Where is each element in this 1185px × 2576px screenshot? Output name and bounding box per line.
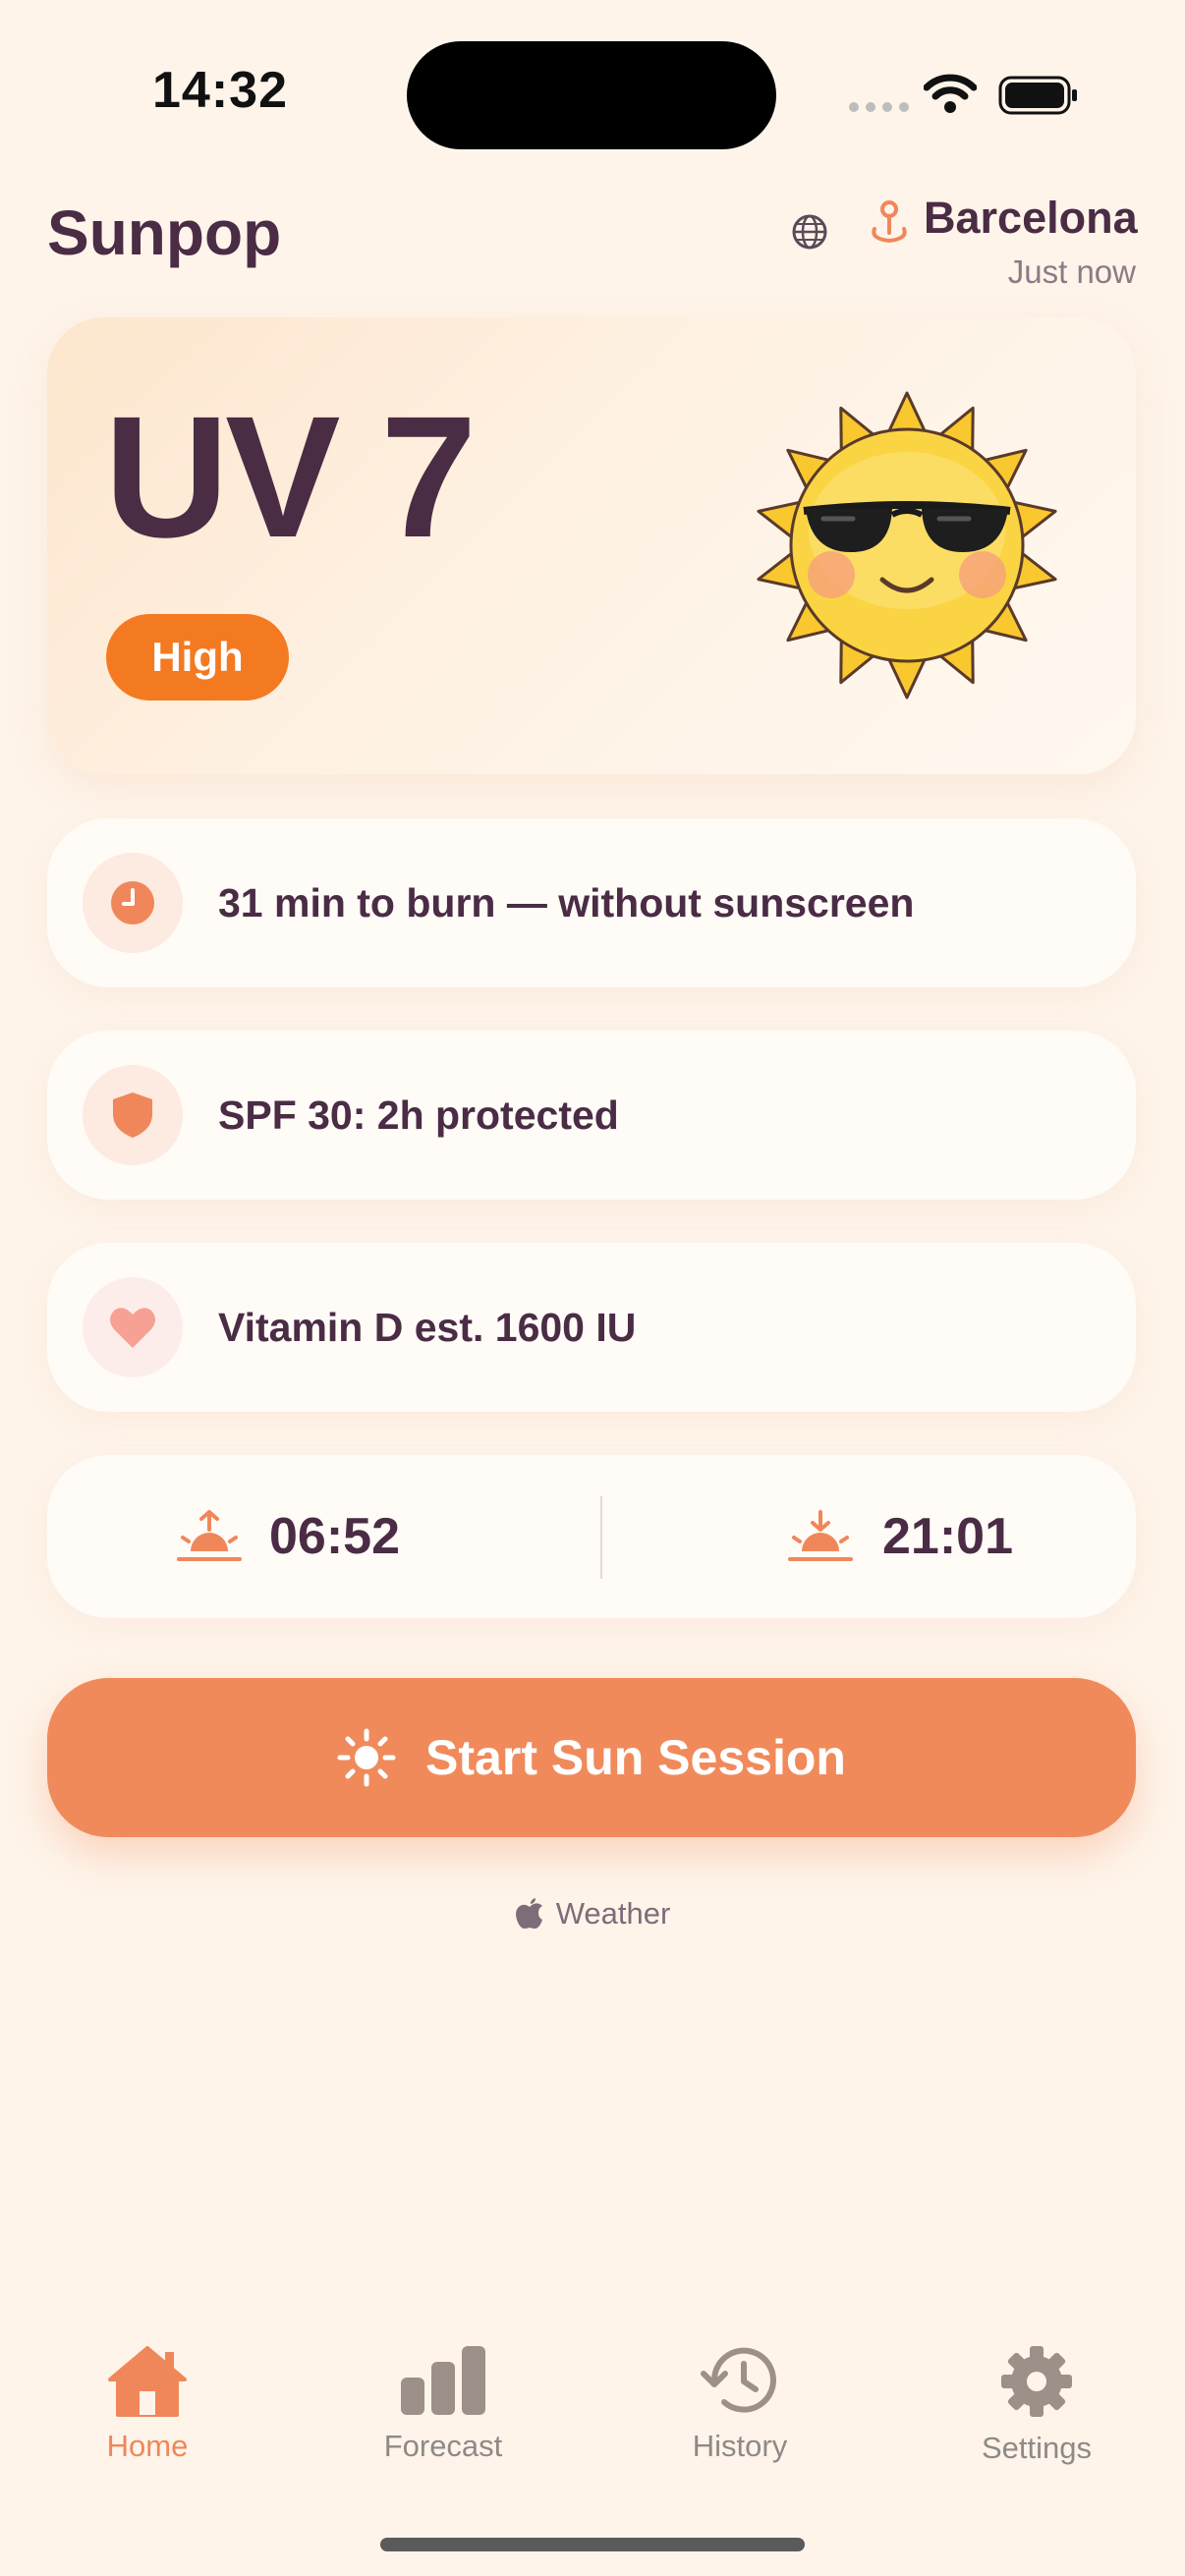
sun-times-card: 06:52 21:01 bbox=[47, 1455, 1136, 1618]
dynamic-island bbox=[407, 41, 776, 149]
gear-icon bbox=[1001, 2346, 1072, 2417]
app-title: Sunpop bbox=[47, 197, 282, 268]
vitamin-d-text: Vitamin D est. 1600 IU bbox=[218, 1304, 637, 1350]
tab-home-label: Home bbox=[106, 2429, 189, 2463]
clock-icon-badge bbox=[83, 853, 183, 953]
tab-settings-label: Settings bbox=[981, 2431, 1092, 2465]
home-indicator[interactable] bbox=[380, 2538, 805, 2551]
wifi-icon bbox=[924, 74, 977, 113]
start-sun-session-label: Start Sun Session bbox=[425, 1730, 846, 1785]
status-time: 14:32 bbox=[152, 62, 288, 119]
sunset-icon bbox=[788, 1510, 853, 1561]
uv-risk-badge: High bbox=[106, 614, 289, 700]
shield-icon bbox=[113, 1092, 152, 1138]
clock-icon bbox=[111, 881, 154, 924]
apple-icon bbox=[515, 1898, 542, 1929]
sun-times-divider bbox=[600, 1496, 602, 1579]
sun-mascot-icon bbox=[757, 391, 1057, 700]
cellular-signal-icon bbox=[849, 102, 909, 112]
spf-card[interactable]: SPF 30: 2h protected bbox=[47, 1031, 1136, 1200]
last-updated-label: Just now bbox=[1007, 253, 1136, 290]
sunrise-time: 06:52 bbox=[269, 1508, 400, 1565]
tab-history-label: History bbox=[692, 2429, 788, 2463]
burn-time-card[interactable]: 31 min to burn — without sunscreen bbox=[47, 818, 1136, 987]
spf-text: SPF 30: 2h protected bbox=[218, 1092, 619, 1138]
sunrise-icon bbox=[177, 1510, 242, 1561]
globe-icon[interactable] bbox=[790, 212, 829, 252]
bar-chart-icon bbox=[401, 2346, 485, 2415]
tab-forecast-label: Forecast bbox=[383, 2429, 503, 2463]
heart-icon bbox=[110, 1308, 155, 1348]
tab-settings[interactable]: Settings bbox=[919, 2344, 1155, 2466]
uv-index-value: UV 7 bbox=[104, 381, 477, 574]
house-icon bbox=[108, 2346, 187, 2417]
sun-icon bbox=[337, 1728, 396, 1787]
start-sun-session-button[interactable]: Start Sun Session bbox=[47, 1678, 1136, 1837]
location-name[interactable]: Barcelona bbox=[924, 193, 1138, 244]
tab-forecast[interactable]: Forecast bbox=[325, 2344, 561, 2464]
burn-time-text: 31 min to burn — without sunscreen bbox=[218, 879, 915, 925]
shield-icon-badge bbox=[83, 1065, 183, 1165]
tab-history[interactable]: History bbox=[622, 2344, 858, 2464]
sunset-time: 21:01 bbox=[882, 1508, 1013, 1565]
weather-attribution-label: Weather bbox=[555, 1896, 671, 1931]
weather-attribution[interactable]: Weather bbox=[0, 1896, 1185, 1932]
history-icon bbox=[701, 2347, 776, 2413]
heart-icon-badge bbox=[83, 1277, 183, 1377]
location-pin-icon bbox=[872, 200, 907, 244]
vitamin-d-card[interactable]: Vitamin D est. 1600 IU bbox=[47, 1243, 1136, 1412]
battery-icon bbox=[998, 76, 1077, 115]
tab-home[interactable]: Home bbox=[29, 2344, 265, 2464]
